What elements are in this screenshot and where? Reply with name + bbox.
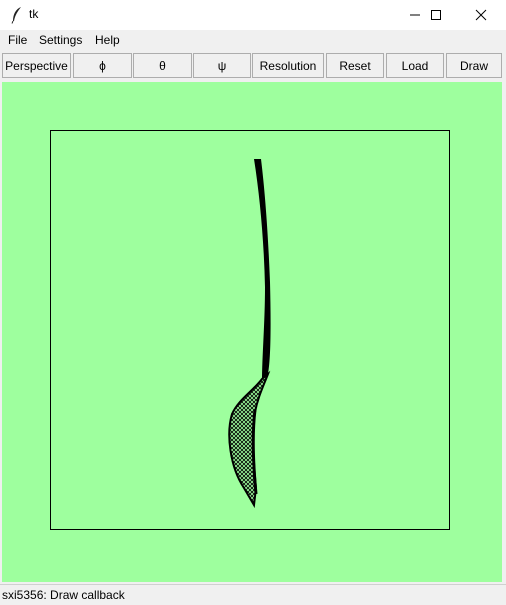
toolbar: Perspective ϕ θ ψ Resolution Reset Load …	[0, 50, 506, 80]
close-icon	[475, 9, 487, 21]
menu-file[interactable]: File	[8, 33, 27, 47]
drawing-canvas[interactable]	[2, 82, 502, 582]
draw-button[interactable]: Draw	[446, 53, 502, 78]
handle-shape	[254, 159, 271, 382]
feather-icon	[11, 7, 21, 24]
title-bar: tk	[0, 0, 506, 30]
close-button[interactable]	[458, 0, 503, 30]
spoon-drawing	[228, 159, 271, 509]
psi-button[interactable]: ψ	[193, 53, 251, 78]
window-title: tk	[29, 7, 39, 21]
maximize-button[interactable]	[413, 0, 458, 30]
status-text: sxi5356: Draw callback	[2, 588, 125, 602]
load-button[interactable]: Load	[386, 53, 444, 78]
resolution-button[interactable]: Resolution	[252, 53, 324, 78]
status-bar: sxi5356: Draw callback	[0, 584, 506, 605]
menu-bar: File Settings Help	[0, 30, 506, 50]
reset-button[interactable]: Reset	[326, 53, 384, 78]
bowl-shape	[228, 370, 271, 509]
phi-button[interactable]: ϕ	[73, 53, 132, 78]
maximize-icon	[431, 10, 441, 20]
perspective-button[interactable]: Perspective	[2, 53, 71, 78]
theta-button[interactable]: θ	[133, 53, 192, 78]
menu-settings[interactable]: Settings	[39, 33, 82, 47]
menu-help[interactable]: Help	[95, 33, 120, 47]
